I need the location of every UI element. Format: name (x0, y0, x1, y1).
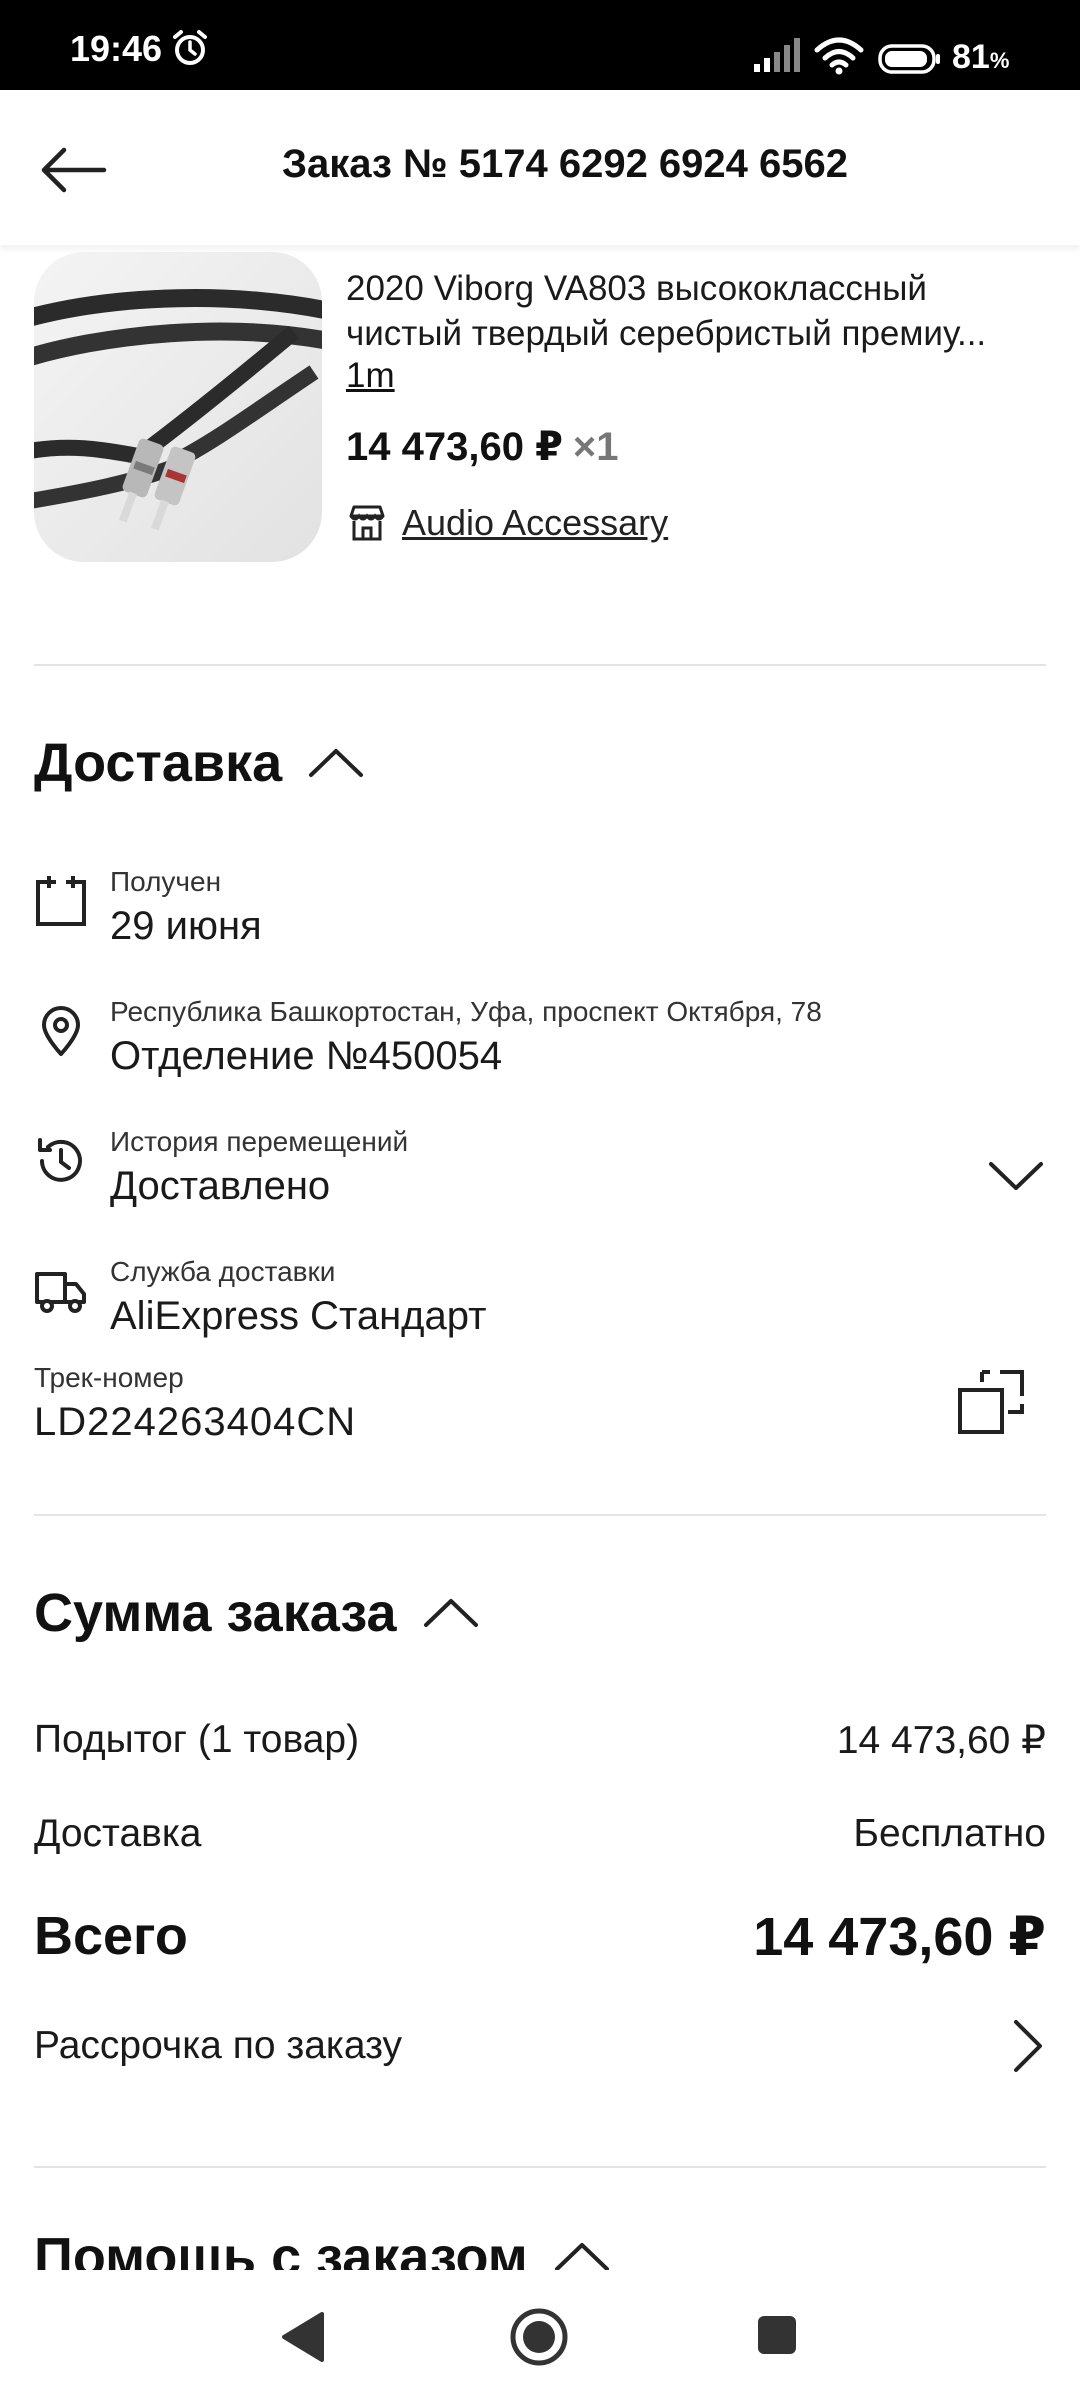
received-row: Получен 29 июня (34, 866, 1046, 956)
status-time: 19:46 (70, 28, 163, 69)
service-name: AliExpress Стандарт (110, 1294, 487, 1338)
installment-label: Рассрочка по заказу (34, 2024, 403, 2067)
subtotal-row: Подытог (1 товар) 14 473,60 ₽ (34, 1712, 1046, 1768)
chevron-down-icon[interactable] (986, 1156, 1046, 1196)
received-date: 29 июня (110, 904, 262, 948)
total-label: Всего (34, 1906, 188, 1966)
store-name[interactable]: Audio Accessary (402, 502, 668, 544)
subtotal-label: Подытог (1 товар) (34, 1718, 360, 1761)
history-clock-icon (38, 1138, 82, 1182)
calendar-icon (36, 876, 86, 926)
truck-icon (35, 1272, 86, 1313)
chevron-right-icon (1014, 2020, 1042, 2072)
app-header: Заказ № 5174 6292 6924 6562 (0, 90, 1080, 245)
subtotal-value: 14 473,60 ₽ (836, 1718, 1046, 1762)
signal-icon (754, 38, 800, 72)
product-title[interactable]: 2020 Viborg VA803 высококлассный чистый … (346, 266, 1046, 356)
received-label: Получен (110, 866, 222, 897)
product-image[interactable] (34, 252, 322, 562)
summary-title: Сумма заказа (34, 1583, 397, 1643)
installment-row[interactable]: Рассрочка по заказу (34, 2016, 1046, 2076)
delivery-title: Доставка (34, 733, 283, 793)
total-row: Всего 14 473,60 ₽ (34, 1898, 1046, 1974)
product-price: 14 473,60 ₽ ×1 (346, 425, 619, 469)
battery-level: 81% (952, 38, 1010, 76)
tracking-history-row[interactable]: История перемещений Доставлено (34, 1126, 1046, 1216)
battery-icon (878, 44, 940, 74)
divider (34, 2166, 1046, 2168)
shipping-value: Бесплатно (853, 1812, 1046, 1855)
cable-image (34, 289, 322, 531)
address-text: Республика Башкортостан, Уфа, проспект О… (110, 996, 822, 1027)
tracking-number[interactable]: LD224263404CN (34, 1400, 356, 1445)
tracking-label: Трек-номер (34, 1362, 184, 1393)
shipping-label: Доставка (34, 1812, 202, 1855)
divider (34, 1514, 1046, 1516)
history-label: История перемещений (110, 1126, 409, 1157)
nav-back-icon[interactable] (278, 2310, 328, 2364)
product-variant[interactable]: 1m (346, 356, 395, 396)
alarm-icon (173, 30, 207, 65)
copy-icon[interactable] (956, 1366, 1028, 1438)
address-row: Республика Башкортостан, Уфа, проспект О… (34, 996, 1046, 1086)
nav-home-icon[interactable] (508, 2306, 570, 2368)
delivery-section-header[interactable]: Доставка (34, 732, 366, 794)
status-bar: 19:46 81% (0, 0, 1080, 90)
page-title: Заказ № 5174 6292 6924 6562 (281, 142, 849, 186)
store-link[interactable]: Audio Accessary (346, 502, 668, 544)
chevron-up-icon (423, 1599, 478, 1627)
history-status: Доставлено (110, 1164, 331, 1208)
shipping-row: Доставка Бесплатно (34, 1806, 1046, 1862)
pickup-office: Отделение №450054 (110, 1034, 503, 1078)
service-label: Служба доставки (110, 1256, 336, 1287)
product-quantity: ×1 (572, 425, 619, 469)
summary-section-header[interactable]: Сумма заказа (34, 1582, 481, 1644)
wifi-icon (814, 37, 864, 75)
location-pin-icon (42, 1006, 80, 1056)
navigation-bar (0, 2270, 1080, 2400)
divider (34, 664, 1046, 666)
store-icon (349, 505, 385, 541)
chevron-up-icon (309, 749, 364, 777)
nav-recent-apps-icon[interactable] (756, 2314, 798, 2356)
total-value: 14 473,60 ₽ (753, 1906, 1046, 1967)
delivery-service-row: Служба доставки AliExpress Стандарт (34, 1256, 1046, 1346)
